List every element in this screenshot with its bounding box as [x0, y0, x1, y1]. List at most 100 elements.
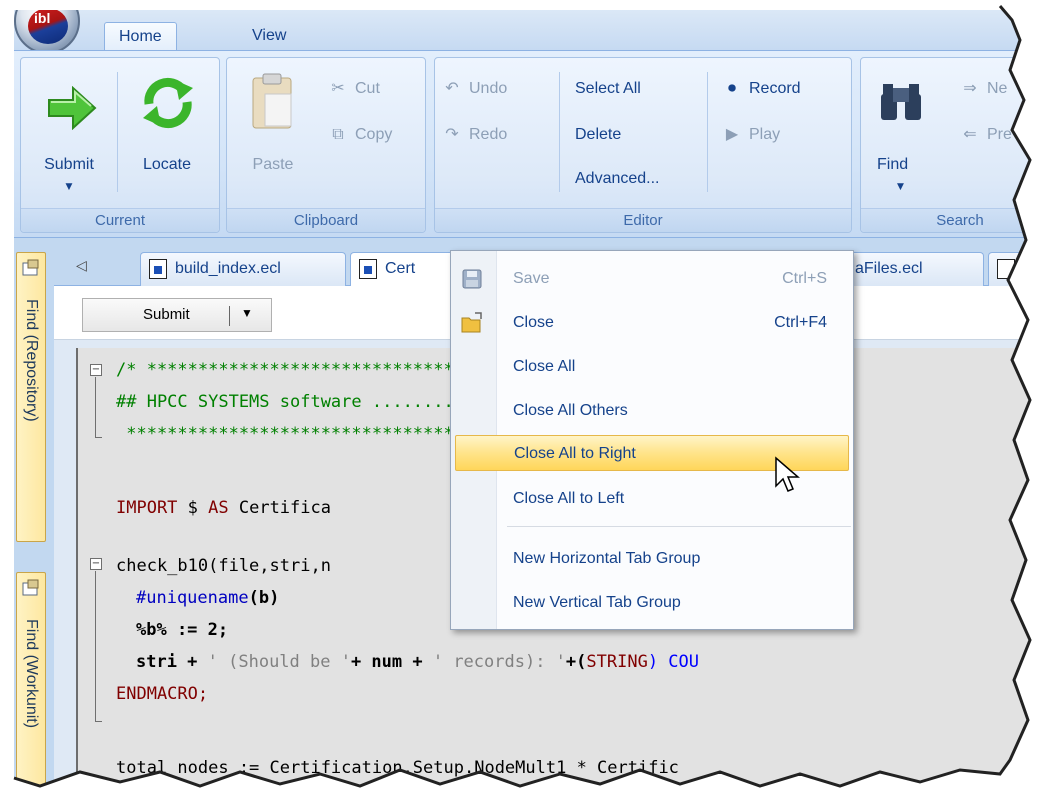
group-editor-label: Editor	[435, 208, 851, 232]
ecl-file-icon	[359, 259, 377, 279]
find-prev-label: Pre	[987, 126, 1012, 143]
cut-label: Cut	[355, 80, 380, 97]
menu-separator	[507, 526, 851, 527]
undo-icon: ↶	[445, 80, 459, 97]
ecl-file-icon	[149, 259, 167, 279]
code-line-macro: check_b10(file,stri,n	[116, 556, 331, 576]
mouse-pointer-icon	[775, 456, 800, 492]
paste-label: Paste	[252, 156, 294, 173]
fold-end	[95, 721, 102, 722]
doc-tab-overflow[interactable]	[988, 252, 1044, 286]
play-macro-icon: ▶	[725, 126, 739, 143]
menu-item-shortcut: Ctrl+S	[782, 270, 827, 287]
scissors-icon: ✂	[331, 80, 345, 97]
menu-item-label: New Horizontal Tab Group	[513, 550, 701, 567]
copy-label: Copy	[355, 126, 393, 143]
copy-button[interactable]: ⧉ Copy	[327, 122, 392, 148]
doc-tab-files[interactable]: aFiles.ecl	[844, 252, 984, 286]
find-repository-panel-tab[interactable]: Find (Repository)	[16, 252, 46, 542]
locate-button[interactable]: Locate	[125, 58, 209, 204]
menu-item-label: Close	[513, 314, 554, 331]
undo-label: Undo	[469, 80, 508, 97]
menu-item-close[interactable]: Close Ctrl+F4	[455, 305, 849, 341]
fold-toggle-icon[interactable]: −	[90, 558, 102, 570]
code-text: $	[177, 498, 209, 518]
find-panel-icon	[22, 579, 39, 596]
code-text: stri +	[136, 652, 208, 672]
find-workunit-panel-tab[interactable]: Find (Workunit)	[16, 572, 46, 810]
dropdown-arrow-icon[interactable]: ▼	[241, 306, 253, 320]
menu-item-save[interactable]: Save Ctrl+S	[455, 261, 849, 297]
record-label: Record	[749, 80, 801, 97]
menu-item-label: Close All Others	[513, 402, 628, 419]
undo-button[interactable]: ↶ Undo	[441, 76, 507, 102]
keyword: AS	[208, 498, 229, 518]
group-search: Find ▼ ⇒ Ne ⇐ Pre Search	[860, 57, 1044, 233]
select-all-button[interactable]: Select All	[575, 76, 641, 102]
menu-item-label: New Vertical Tab Group	[513, 594, 681, 611]
doc-tab-label: build_index.ecl	[175, 260, 281, 277]
doc-tab-label: Cert	[385, 260, 416, 277]
tab-home[interactable]: Home	[104, 22, 177, 51]
find-panel-icon	[22, 259, 39, 276]
find-workunit-label: Find (Workunit)	[23, 619, 40, 729]
fold-line	[95, 571, 96, 721]
find-next-button[interactable]: ⇒ Ne	[959, 76, 1007, 102]
string-literal: ' records): '	[432, 652, 566, 672]
chevron-down-icon: ▼	[897, 182, 904, 192]
find-prev-button[interactable]: ⇐ Pre	[959, 122, 1012, 148]
locate-label: Locate	[142, 156, 192, 173]
ribbon-tab-strip: Home View	[12, 10, 1044, 51]
doc-tab-build-index[interactable]: build_index.ecl	[140, 252, 346, 286]
tab-view[interactable]: View	[238, 22, 300, 51]
find-label: Find	[877, 156, 909, 173]
paste-button[interactable]: Paste	[231, 58, 315, 204]
code-line-endmacro: ENDMACRO;	[116, 684, 209, 704]
group-editor: ↶ Undo ↷ Redo Select All Delete Advanced..…	[434, 57, 852, 233]
delete-button[interactable]: Delete	[575, 122, 621, 148]
arrow-right-icon: ⇒	[963, 80, 977, 97]
record-macro-icon: ⏺	[727, 80, 736, 97]
tab-scroll-left-icon[interactable]: ◁	[76, 258, 87, 274]
left-dock-bar: Find (Repository) Find (Workunit)	[12, 240, 50, 810]
code-text: + num +	[350, 652, 433, 672]
fold-toggle-icon[interactable]: −	[90, 364, 102, 376]
directive: #uniquename	[136, 588, 249, 608]
fold-gutter: − −	[78, 348, 110, 810]
find-repository-label: Find (Repository)	[23, 299, 40, 422]
editor-submit-split-button[interactable]: Submit ▼	[82, 298, 272, 332]
find-button[interactable]: Find ▼	[863, 58, 947, 204]
record-button[interactable]: ⏺ Record	[721, 76, 801, 102]
separator	[707, 72, 708, 192]
fold-line	[95, 377, 96, 437]
code-line-stri: stri + ' (Should be '+ num + ' records):…	[136, 652, 699, 672]
menu-item-label: Close All	[513, 358, 576, 375]
screenshot-stage: Home View ibl Submit ▼ Locate Current Pa…	[0, 0, 1044, 810]
group-clipboard-label: Clipboard	[227, 208, 425, 232]
submit-label: Submit	[44, 156, 94, 173]
menu-item-close-all[interactable]: Close All	[455, 349, 849, 385]
submit-button[interactable]: Submit ▼	[27, 58, 111, 204]
code-text: +(	[565, 652, 587, 672]
group-clipboard: Paste ✂ Cut ⧉ Copy Clipboard	[226, 57, 426, 233]
menu-item-new-vertical-tab-group[interactable]: New Vertical Tab Group	[455, 585, 849, 621]
menu-item-close-all-others[interactable]: Close All Others	[455, 393, 849, 429]
menu-item-label: Close All to Right	[514, 445, 636, 462]
binoculars-icon	[881, 84, 921, 120]
redo-button[interactable]: ↷ Redo	[441, 122, 507, 148]
menu-item-shortcut: Ctrl+F4	[774, 314, 827, 331]
group-current-label: Current	[21, 208, 219, 232]
chevron-down-icon: ▼	[65, 182, 73, 192]
keyword: IMPORT	[116, 498, 178, 518]
code-line-import: IMPORT $ AS Certifica	[116, 498, 331, 518]
group-current: Submit ▼ Locate Current	[20, 57, 220, 233]
play-button[interactable]: ▶ Play	[721, 122, 780, 148]
text-file-icon	[997, 259, 1015, 279]
cut-button[interactable]: ✂ Cut	[327, 76, 380, 102]
separator	[559, 72, 560, 192]
paste-clipboard-icon	[252, 73, 292, 129]
fold-end	[95, 437, 102, 438]
menu-item-new-horizontal-tab-group[interactable]: New Horizontal Tab Group	[455, 541, 849, 577]
submit-arrow-icon	[48, 86, 97, 130]
advanced-button[interactable]: Advanced...	[575, 166, 660, 192]
